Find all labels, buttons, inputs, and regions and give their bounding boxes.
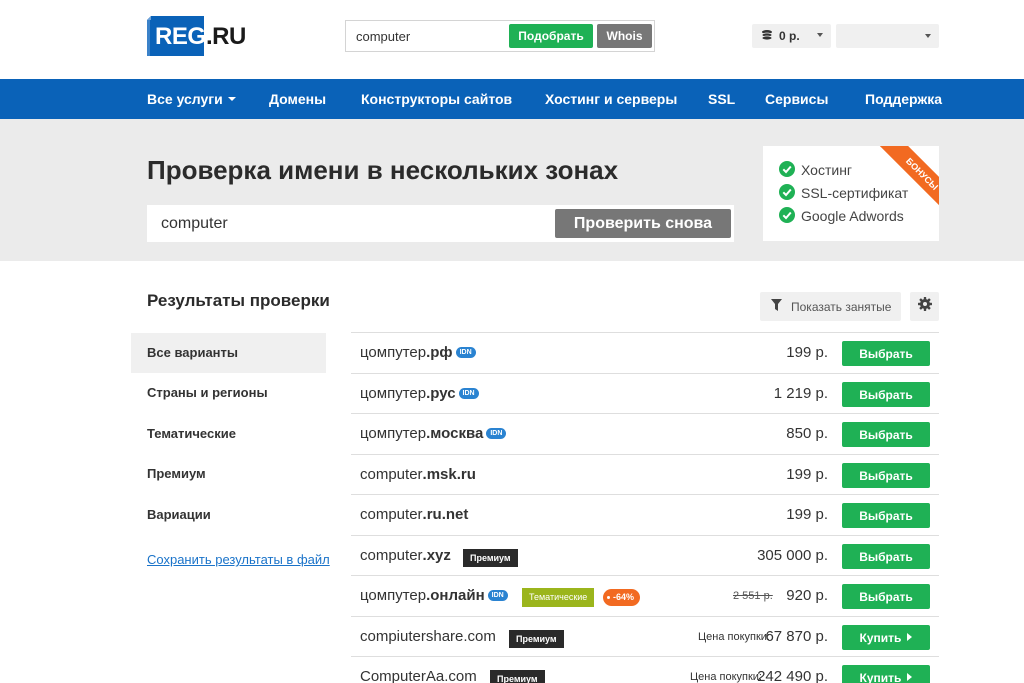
table-row: computer.ru.net 199 р. Выбрать [351, 494, 939, 535]
domain-price: 1 219 р. [773, 385, 828, 402]
table-row: цомпутер.рф IDN 199 р. Выбрать [351, 332, 939, 373]
domain-price: 305 000 р. [757, 547, 828, 564]
domain-price: 199 р. [786, 466, 828, 483]
select-button[interactable]: Выбрать [842, 422, 930, 447]
play-icon [907, 673, 913, 682]
select-button[interactable]: Выбрать [842, 463, 930, 488]
domain-search-input[interactable] [346, 21, 506, 51]
settings-button[interactable] [910, 292, 939, 321]
pick-button[interactable]: Подобрать [509, 24, 593, 48]
premium-badge: Премиум [463, 549, 518, 567]
nav-item-domains[interactable]: Домены [269, 79, 326, 119]
domain-price: 920 р. [786, 587, 828, 604]
chevron-down-icon [817, 33, 823, 37]
domain-results-list: цомпутер.рф IDN 199 р. Выбрать цомпутер.р… [351, 332, 939, 683]
balance-value: 0 р. [779, 29, 800, 43]
domain-price: 199 р. [786, 344, 828, 361]
nav-item-all-services[interactable]: Все услуги [147, 79, 236, 119]
select-button[interactable]: Выбрать [842, 544, 930, 569]
discount-badge: -64% [603, 589, 641, 606]
domain-price: 242 490 р. [757, 668, 828, 683]
bonus-card[interactable]: Хостинг SSL-сертификат Google Adwords БО… [763, 146, 939, 241]
bonus-item-adwords: Google Adwords [779, 206, 904, 226]
sidebar-item-premium[interactable]: Премиум [131, 454, 326, 494]
results-title: Результаты проверки [147, 291, 330, 310]
domain-search: Подобрать Whois [345, 20, 655, 52]
buy-button[interactable]: Купить [842, 665, 930, 683]
table-row: цомпутер.москва IDN 850 р. Выбрать [351, 413, 939, 454]
nav-item-site-builders[interactable]: Конструкторы сайтов [361, 79, 512, 119]
page-title: Проверка имени в нескольких зонах [147, 155, 619, 185]
table-row: цомпутер.онлайн IDN Тематические -64% 2 5… [351, 575, 939, 616]
domain-name: computer.xyz [360, 547, 451, 564]
sidebar-item-variations[interactable]: Вариации [131, 495, 326, 535]
table-row: compiutershare.com Премиум Цена покупки:… [351, 616, 939, 657]
domain-name: compiutershare.com [360, 628, 496, 645]
logo-text-reg: REG [155, 23, 206, 50]
premium-badge: Премиум [490, 670, 545, 683]
table-row: цомпутер.рус IDN 1 219 р. Выбрать [351, 373, 939, 414]
table-row: computer.xyz Премиум 305 000 р. Выбрать [351, 535, 939, 576]
domain-name: цомпутер.рф IDN [360, 333, 476, 373]
select-button[interactable]: Выбрать [842, 382, 930, 407]
nav-item-hosting[interactable]: Хостинг и серверы [545, 79, 677, 119]
select-button[interactable]: Выбрать [842, 503, 930, 528]
balance-dropdown[interactable]: 0 р. [752, 24, 831, 48]
bonus-item-hosting: Хостинг [779, 160, 852, 180]
buy-button[interactable]: Купить [842, 625, 930, 650]
whois-button[interactable]: Whois [597, 24, 652, 48]
sidebar-item-countries[interactable]: Страны и регионы [131, 373, 326, 413]
main-nav: Все услуги Домены Конструкторы сайтов Хо… [0, 79, 1024, 119]
nav-item-ssl[interactable]: SSL [708, 79, 735, 119]
account-dropdown[interactable] [836, 24, 939, 48]
domain-price: 199 р. [786, 506, 828, 523]
select-button[interactable]: Выбрать [842, 341, 930, 366]
recheck-input[interactable] [147, 205, 547, 242]
price-label: Цена покупки: [698, 631, 770, 643]
site-header: REG .RU Подобрать Whois 0 р. [0, 0, 1024, 79]
check-circle-icon [779, 160, 795, 180]
sidebar-item-all[interactable]: Все варианты [131, 333, 326, 373]
gear-icon [917, 297, 932, 316]
save-results-link[interactable]: Сохранить результаты в файл [147, 552, 330, 567]
nav-item-services[interactable]: Сервисы [765, 79, 828, 119]
domain-name: цомпутер.рус IDN [360, 374, 479, 414]
sidebar-item-thematic[interactable]: Тематические [131, 414, 326, 454]
select-button[interactable]: Выбрать [842, 584, 930, 609]
coins-icon [761, 29, 773, 44]
premium-badge: Премиум [509, 630, 564, 648]
check-circle-icon [779, 183, 795, 203]
domain-name: цомпутер.москва IDN [360, 414, 507, 454]
filter-icon [771, 299, 782, 314]
price-label: Цена покупки: [690, 671, 762, 683]
table-row: ComputerAa.com Премиум Цена покупки: 242… [351, 656, 939, 683]
table-row: computer.msk.ru 199 р. Выбрать [351, 454, 939, 495]
idn-badge: IDN [486, 427, 507, 439]
domain-name: computer.msk.ru [360, 466, 476, 483]
idn-badge: IDN [487, 589, 508, 601]
idn-badge: IDN [458, 387, 479, 399]
recheck-button[interactable]: Проверить снова [555, 209, 731, 238]
domain-name: цомпутер.онлайн IDN [360, 576, 508, 616]
idn-badge: IDN [455, 346, 476, 358]
reg-ru-logo[interactable]: REG .RU [147, 14, 247, 58]
domain-price: 850 р. [786, 425, 828, 442]
check-circle-icon [779, 206, 795, 226]
domain-name: ComputerAa.com [360, 668, 477, 683]
chevron-down-icon [925, 34, 931, 38]
logo-text-ru: .RU [206, 23, 246, 50]
nav-item-support[interactable]: Поддержка [865, 79, 942, 119]
thematic-badge: Тематические [522, 588, 595, 607]
domain-price: 67 870 р. [765, 628, 828, 645]
domain-name: computer.ru.net [360, 506, 469, 523]
show-busy-button[interactable]: Показать занятые [760, 292, 901, 321]
caret-down-icon [227, 97, 236, 102]
bonus-item-ssl: SSL-сертификат [779, 183, 908, 203]
old-price: 2 551 р. [733, 590, 773, 602]
recheck-form: Проверить снова [147, 205, 734, 242]
play-icon [907, 633, 913, 642]
